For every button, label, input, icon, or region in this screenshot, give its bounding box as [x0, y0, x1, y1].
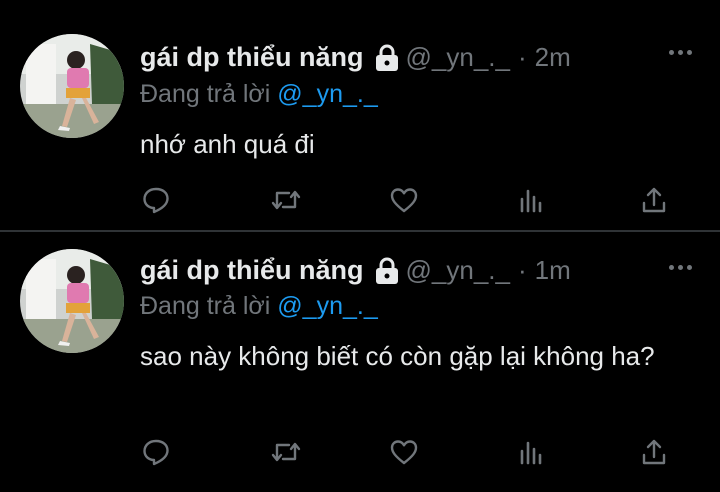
views-icon[interactable]	[514, 436, 546, 468]
separator-dot: ·	[517, 255, 527, 285]
tweet-actions	[140, 436, 680, 468]
reply-icon[interactable]	[140, 436, 172, 468]
share-icon[interactable]	[638, 184, 670, 216]
display-name[interactable]: gái dp thiểu năng	[140, 42, 364, 73]
more-options-icon[interactable]	[669, 265, 692, 270]
tweet[interactable]: gái dp thiểu năng @_yn_._ · 1m Đang trả …	[0, 233, 720, 492]
avatar[interactable]	[20, 34, 124, 138]
display-name[interactable]: gái dp thiểu năng	[140, 255, 364, 286]
retweet-icon[interactable]	[270, 436, 302, 468]
replying-to-label: Đang trả lời	[140, 292, 271, 320]
tweet-header: gái dp thiểu năng @_yn_._ · 2m	[140, 42, 571, 73]
reply-icon[interactable]	[140, 184, 172, 216]
tweet-actions	[140, 184, 680, 216]
tweet[interactable]: gái dp thiểu năng @_yn_._ · 2m Đang trả …	[0, 0, 720, 230]
avatar[interactable]	[20, 249, 124, 353]
share-icon[interactable]	[638, 436, 670, 468]
tweet-header: gái dp thiểu năng @_yn_._ · 1m	[140, 255, 571, 286]
timestamp[interactable]: 2m	[535, 42, 571, 73]
user-handle[interactable]: @_yn_._	[406, 255, 510, 286]
tweet-text: nhớ anh quá đi	[140, 129, 315, 159]
replying-to: Đang trả lời @_yn_._	[140, 292, 378, 321]
like-icon[interactable]	[388, 436, 420, 468]
more-options-icon[interactable]	[669, 50, 692, 55]
lock-icon	[374, 257, 400, 285]
user-handle[interactable]: @_yn_._	[406, 42, 510, 73]
timestamp[interactable]: 1m	[535, 255, 571, 286]
timeline-feed: gái dp thiểu năng @_yn_._ · 2m Đang trả …	[0, 0, 720, 492]
tweet-divider	[0, 230, 720, 232]
replying-to: Đang trả lời @_yn_._	[140, 80, 378, 109]
reply-mention-link[interactable]: @_yn_._	[277, 292, 377, 320]
retweet-icon[interactable]	[270, 184, 302, 216]
lock-icon	[374, 44, 400, 72]
views-icon[interactable]	[514, 184, 546, 216]
tweet-text: sao này không biết có còn gặp lại không …	[140, 341, 655, 371]
like-icon[interactable]	[388, 184, 420, 216]
separator-dot: ·	[517, 42, 527, 72]
reply-mention-link[interactable]: @_yn_._	[277, 80, 377, 108]
replying-to-label: Đang trả lời	[140, 80, 271, 108]
